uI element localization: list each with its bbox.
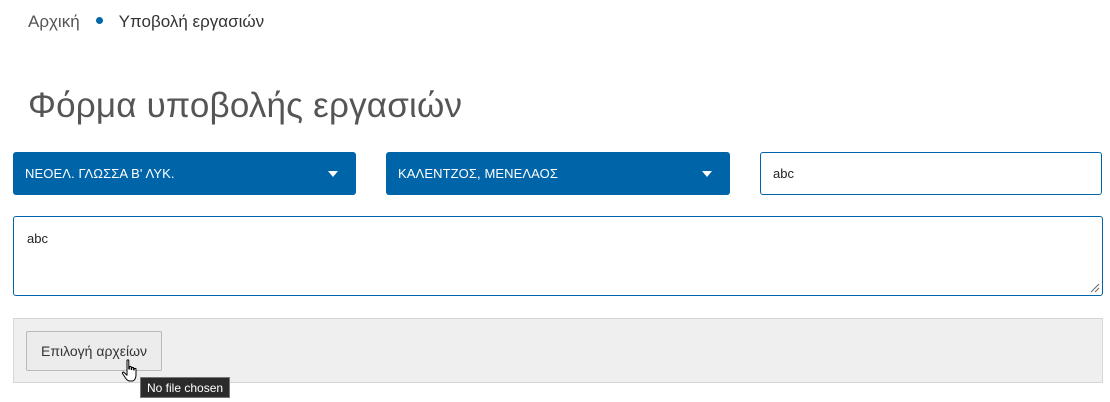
breadcrumb-home-link[interactable]: Αρχική: [28, 12, 80, 32]
choose-files-button[interactable]: Επιλογή αρχείων: [26, 331, 163, 371]
description-textarea[interactable]: abc: [13, 216, 1103, 296]
breadcrumb-current: Υποβολή εργασιών: [118, 12, 265, 31]
course-select-value: ΝΕΟΕΛ. ΓΛΩΣΣΑ Β' ΛΥΚ.: [25, 166, 175, 181]
teacher-select-value: ΚΑΛΕΝΤΖΟΣ, ΜΕΝΕΛΑΟΣ: [398, 166, 559, 181]
hand-pointer-cursor-icon: [121, 359, 137, 382]
file-upload-panel: Επιλογή αρχείων: [13, 318, 1103, 383]
course-select[interactable]: ΝΕΟΕΛ. ΓΛΩΣΣΑ Β' ΛΥΚ.: [13, 152, 356, 195]
teacher-select[interactable]: ΚΑΛΕΝΤΖΟΣ, ΜΕΝΕΛΑΟΣ: [386, 152, 730, 195]
breadcrumb-separator-dot: [95, 16, 103, 24]
file-tooltip: No file chosen: [140, 377, 231, 398]
chevron-down-icon: [328, 170, 338, 177]
title-input[interactable]: [760, 152, 1102, 195]
page-title: Φόρμα υποβολής εργασιών: [28, 86, 463, 125]
chevron-down-icon: [702, 170, 712, 177]
resize-grip-icon[interactable]: [1088, 281, 1100, 293]
breadcrumb: Αρχική Υποβολή εργασιών: [28, 10, 264, 34]
